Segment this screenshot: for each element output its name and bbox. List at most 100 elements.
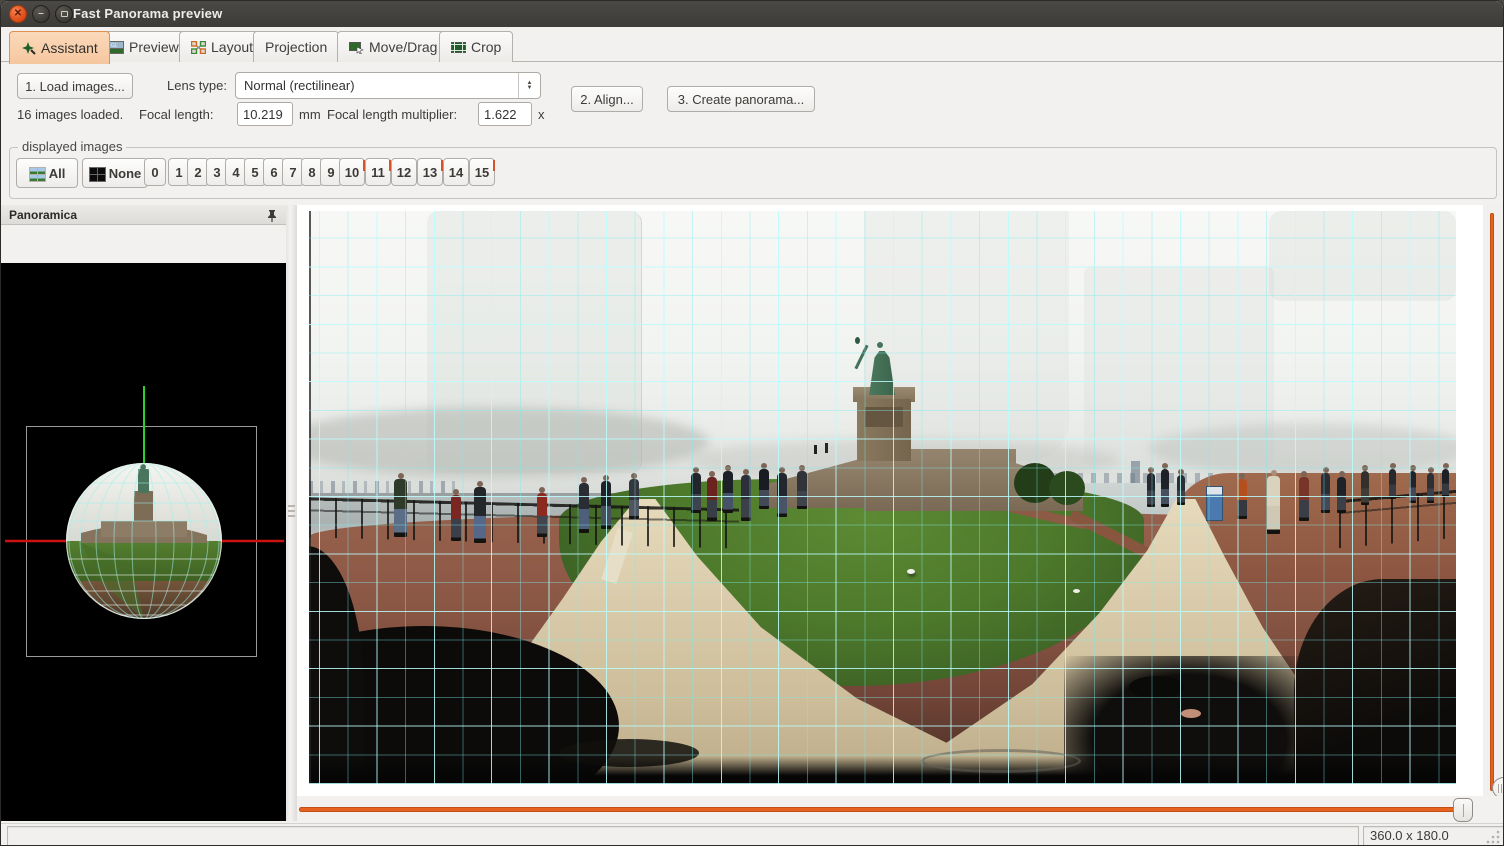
- person: [1337, 477, 1346, 513]
- svg-text:GL: GL: [111, 43, 118, 49]
- lens-type-select[interactable]: Normal (rectilinear) ▲▼: [235, 72, 541, 99]
- lens-ghost-ring: [921, 749, 1081, 773]
- panel-splitter[interactable]: [286, 205, 297, 821]
- none-label: None: [109, 166, 142, 181]
- person: [394, 479, 407, 537]
- resize-grip[interactable]: [1486, 830, 1500, 844]
- close-icon[interactable]: ✕: [9, 5, 27, 23]
- panel-header: Panoramica: [1, 205, 286, 225]
- crop-icon: [451, 41, 466, 54]
- focal-length-input[interactable]: [237, 102, 293, 126]
- image-toggle-10[interactable]: 10: [339, 158, 365, 186]
- tab-crop[interactable]: Crop: [439, 31, 513, 62]
- person: [537, 493, 547, 537]
- panosphere-canvas[interactable]: [1, 263, 286, 821]
- person: [1361, 471, 1369, 505]
- window-title: Fast Panorama preview: [73, 6, 222, 21]
- seagull: [907, 569, 915, 574]
- pano-size-field: 360.0 x 180.0: [1363, 826, 1504, 846]
- person: [474, 487, 486, 543]
- pin-icon[interactable]: [267, 209, 277, 222]
- person: [797, 471, 807, 509]
- status-bar: 360.0 x 180.0: [1, 823, 1503, 846]
- people-layer: [309, 211, 1456, 784]
- person: [601, 481, 611, 529]
- image-toggle-11[interactable]: 11: [365, 158, 391, 186]
- show-all-button[interactable]: All: [16, 158, 78, 188]
- tab-projection[interactable]: Projection: [253, 31, 339, 62]
- multiplier-label: Focal length multiplier:: [327, 107, 457, 122]
- person: [777, 473, 787, 517]
- lens-type-value: Normal (rectilinear): [236, 78, 518, 93]
- vendor-cart: [1206, 486, 1223, 521]
- align-button[interactable]: 2. Align...: [571, 86, 643, 112]
- panorama-viewport[interactable]: [309, 211, 1456, 784]
- focal-length-label: Focal length:: [139, 107, 213, 122]
- pitch-slider-track[interactable]: [1490, 213, 1494, 791]
- person: [1299, 477, 1309, 521]
- images-loaded-text: 16 images loaded.: [17, 107, 123, 122]
- person: [1237, 479, 1247, 519]
- lens-type-label: Lens type:: [167, 78, 227, 93]
- no-images-icon: [89, 167, 106, 182]
- maximize-icon[interactable]: [55, 5, 73, 23]
- titlebar[interactable]: ✕ – Fast Panorama preview: [1, 1, 1503, 27]
- load-images-button[interactable]: 1. Load images...: [17, 73, 133, 99]
- group-legend: displayed images: [18, 139, 126, 154]
- tab-assistant[interactable]: Assistant: [9, 31, 110, 64]
- displayed-images-group: displayed images All None 0 1 2 3 4 5 6 …: [9, 147, 1497, 199]
- focal-length-unit: mm: [299, 107, 321, 122]
- panel-mode-row: Mode: Panosphere ▲▼: [1, 225, 286, 263]
- person: [1409, 471, 1416, 503]
- yaw-slider-track[interactable]: [299, 807, 1459, 812]
- image-toggle-13[interactable]: 13: [417, 158, 443, 186]
- pano-size-text: 360.0 x 180.0: [1370, 828, 1449, 843]
- pano-left-edge: [309, 211, 311, 784]
- person: [741, 475, 751, 521]
- person: [1177, 475, 1185, 505]
- image-toggle-12[interactable]: 12: [391, 158, 417, 186]
- person: [1267, 476, 1280, 534]
- person: [691, 473, 701, 513]
- person: [1442, 469, 1449, 497]
- show-none-button[interactable]: None: [82, 158, 148, 188]
- yaw-slider-handle[interactable]: [1453, 798, 1473, 822]
- spinner-arrows-icon[interactable]: ▲▼: [518, 73, 540, 98]
- preview-area: [297, 205, 1483, 821]
- tab-move-drag[interactable]: Move/Drag: [337, 31, 449, 62]
- tab-bar: Assistant GL Preview Layout Projection M…: [1, 27, 1503, 62]
- all-images-icon: [29, 167, 46, 182]
- tab-label: Move/Drag: [369, 39, 437, 55]
- person: [1389, 469, 1396, 499]
- tab-label: Assistant: [41, 40, 98, 56]
- minimize-icon[interactable]: –: [32, 5, 50, 23]
- bottom-vignette: [309, 756, 1456, 784]
- pitch-slider[interactable]: [1483, 205, 1504, 821]
- person: [1147, 473, 1155, 507]
- tab-label: Projection: [265, 39, 327, 55]
- seagull: [1073, 589, 1080, 593]
- tab-label: Preview: [129, 39, 179, 55]
- create-panorama-button[interactable]: 3. Create panorama...: [667, 86, 815, 112]
- app-window: ✕ – Fast Panorama preview Assistant GL P…: [0, 0, 1504, 846]
- person: [723, 471, 733, 513]
- image-toggle-14[interactable]: 14: [443, 158, 469, 186]
- image-toggle-0[interactable]: 0: [144, 158, 166, 186]
- person: [1321, 473, 1330, 513]
- image-toggle-15[interactable]: 15: [469, 158, 495, 186]
- yaw-slider[interactable]: [297, 796, 1504, 823]
- move-drag-icon: [349, 41, 364, 54]
- person: [707, 477, 717, 521]
- tab-label: Layout: [211, 39, 253, 55]
- person: [1161, 469, 1169, 507]
- preview-icon: GL: [109, 41, 124, 54]
- all-label: All: [49, 166, 66, 181]
- tab-preview[interactable]: GL Preview: [97, 31, 191, 62]
- multiplier-input[interactable]: [478, 102, 532, 126]
- person: [451, 495, 461, 541]
- person: [579, 483, 589, 533]
- tab-label: Crop: [471, 39, 501, 55]
- person: [1427, 473, 1434, 503]
- assistant-icon: [21, 42, 36, 55]
- layout-icon: [191, 41, 206, 54]
